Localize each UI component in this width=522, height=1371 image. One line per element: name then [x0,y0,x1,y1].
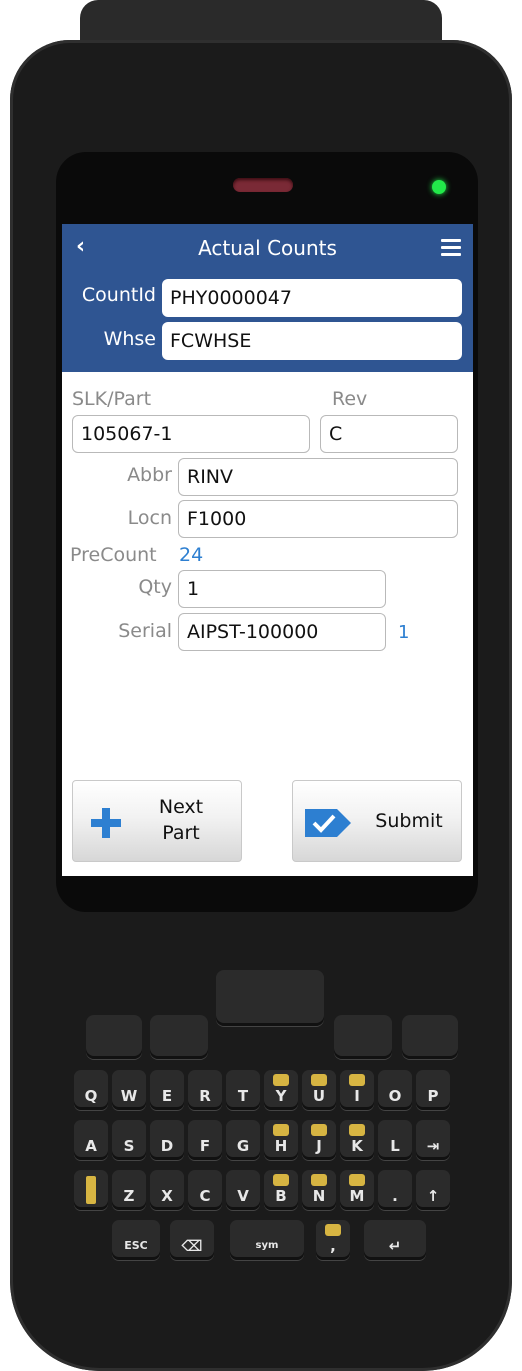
status-led [432,180,446,194]
space-sym-key[interactable]: sym [230,1220,304,1260]
key-x[interactable]: X [150,1170,184,1210]
esc-key[interactable]: ESC [112,1220,160,1260]
key-z[interactable]: Z [112,1170,146,1210]
serial-field[interactable]: AIPST-100000 [178,613,386,651]
whse-field[interactable]: FCWHSE [162,322,462,360]
next-part-label-line1: Next [158,796,204,818]
backspace-key[interactable]: ⌫ [170,1220,214,1260]
key-s[interactable]: S [112,1120,146,1160]
key-h[interactable]: H [264,1120,298,1160]
key-q[interactable]: Q [74,1070,108,1110]
next-part-label-line2: Part [162,822,200,844]
abbr-field[interactable]: RINV [178,458,458,496]
key-m[interactable]: M [340,1170,374,1210]
rev-field[interactable]: C [320,415,458,453]
earpiece [233,178,293,192]
key-v[interactable]: V [226,1170,260,1210]
key-a[interactable]: A [74,1120,108,1160]
key-period[interactable]: . [378,1170,412,1210]
locn-field[interactable]: F1000 [178,500,458,538]
locn-label: Locn [127,507,172,529]
count-id-label: CountId [81,284,156,306]
key-y[interactable]: Y [264,1070,298,1110]
key-w[interactable]: W [112,1070,146,1110]
qty-field[interactable]: 1 [178,570,386,608]
key-o[interactable]: O [378,1070,412,1110]
abbr-label: Abbr [127,464,172,486]
key-g[interactable]: G [226,1120,260,1160]
next-part-button[interactable]: Next Part [72,780,242,862]
shift-yellow-key[interactable] [74,1170,108,1210]
key-b[interactable]: B [264,1170,298,1210]
end-call-key[interactable] [402,1015,458,1059]
key-p[interactable]: P [416,1070,450,1110]
key-f[interactable]: F [188,1120,222,1160]
tab-key[interactable]: ⇥ [416,1120,450,1160]
app-screen: ‹ Actual Counts CountId PHY0000047 Whse … [62,224,473,876]
plus-icon [91,808,121,838]
center-scan-key[interactable] [216,970,324,1026]
checkmark-tag-icon [305,809,351,837]
enter-key[interactable]: ↵ [364,1220,426,1260]
handheld-device: ‹ Actual Counts CountId PHY0000047 Whse … [0,0,522,1371]
slk-part-label: SLK/Part [72,388,152,410]
serial-count: 1 [398,622,410,643]
submit-label: Submit [375,810,443,832]
key-j[interactable]: J [302,1120,336,1160]
rev-label: Rev [332,388,368,410]
key-r[interactable]: R [188,1070,222,1110]
key-e[interactable]: E [150,1070,184,1110]
down-nav-key[interactable] [334,1015,392,1059]
hamburger-menu-icon[interactable] [441,239,461,260]
call-key[interactable] [86,1015,142,1059]
key-k[interactable]: K [340,1120,374,1160]
whse-label: Whse [103,328,156,350]
shift-up-key[interactable]: ↑ [416,1170,450,1210]
serial-label: Serial [118,620,172,642]
up-nav-key[interactable] [150,1015,208,1059]
comma-key[interactable]: , [316,1220,350,1260]
precount-value: 24 [179,544,204,566]
key-i[interactable]: I [340,1070,374,1110]
key-t[interactable]: T [226,1070,260,1110]
key-c[interactable]: C [188,1170,222,1210]
key-u[interactable]: U [302,1070,336,1110]
precount-label: PreCount [70,544,157,566]
qty-label: Qty [138,576,172,598]
count-id-field[interactable]: PHY0000047 [162,279,462,317]
page-title: Actual Counts [198,236,337,260]
key-d[interactable]: D [150,1120,184,1160]
slk-part-field[interactable]: 105067-1 [72,415,310,453]
submit-button[interactable]: Submit [292,780,462,862]
key-l[interactable]: L [378,1120,412,1160]
app-header: ‹ Actual Counts CountId PHY0000047 Whse … [62,224,473,372]
key-n[interactable]: N [302,1170,336,1210]
